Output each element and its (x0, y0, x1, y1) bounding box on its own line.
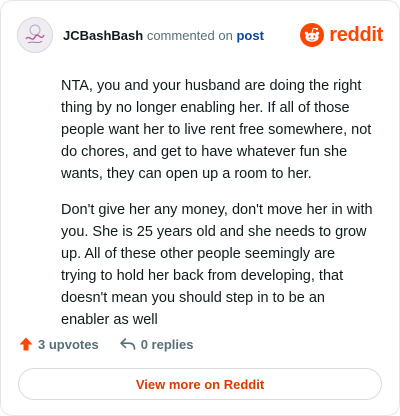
avatar-image (18, 18, 52, 52)
commented-on-text: commented on (146, 27, 233, 43)
upvote-arrow-icon (19, 337, 33, 351)
username-link[interactable]: JCBashBash (63, 28, 143, 43)
post-link[interactable]: post (236, 28, 263, 43)
reply-button[interactable]: 0 replies (119, 336, 194, 352)
comment-header: JCBashBash commented on post reddit (17, 17, 383, 53)
avatar[interactable] (17, 17, 53, 53)
upvote-button[interactable]: 3 upvotes (18, 336, 99, 352)
comment-embed-card: JCBashBash commented on post reddit NTA,… (0, 0, 400, 416)
upvote-count: 3 upvotes (38, 336, 99, 352)
reddit-wordmark: reddit (329, 23, 383, 46)
reddit-logo[interactable]: reddit (300, 23, 383, 47)
reply-arrow-icon (119, 338, 135, 350)
comment-byline: JCBashBash commented on post (63, 28, 264, 43)
comment-paragraph: Don't give her any money, don't move her… (61, 202, 373, 328)
reply-count: 0 replies (140, 336, 194, 352)
comment-actions: 3 upvotes 0 replies (18, 334, 193, 354)
reddit-alien-icon (300, 23, 325, 47)
view-more-on-reddit-button[interactable]: View more on Reddit (18, 368, 382, 400)
comment-body: NTA, you and your husband are doing the … (61, 75, 373, 345)
comment-paragraph: NTA, you and your husband are doing the … (61, 78, 372, 182)
